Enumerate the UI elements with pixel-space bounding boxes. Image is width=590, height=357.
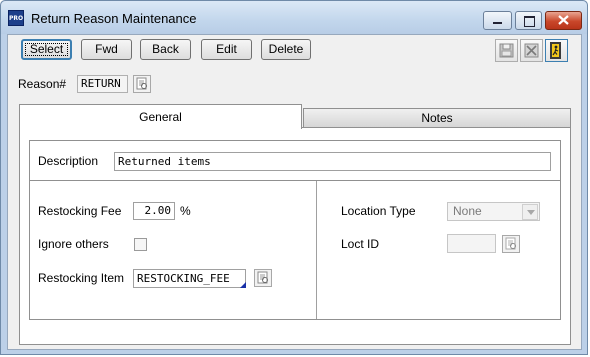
save-button[interactable] (495, 39, 518, 62)
maximize-button[interactable] (515, 11, 542, 30)
chevron-down-icon (522, 204, 538, 220)
ignore-others-label: Ignore others (38, 237, 109, 251)
general-tab-panel: Description Returned items Restocking Fe… (19, 127, 571, 345)
close-icon (558, 15, 569, 25)
save-icon (499, 43, 514, 58)
cancel-button[interactable] (520, 39, 543, 62)
fwd-button-label: Fwd (95, 42, 118, 56)
edit-button[interactable]: Edit (201, 39, 252, 60)
location-type-value: None (453, 204, 482, 218)
lookup-icon (257, 271, 268, 284)
select-button-label: Select (29, 42, 64, 56)
edit-button-label: Edit (216, 42, 237, 56)
main-window: PRO Return Reason Maintenance Select Fwd… (0, 0, 588, 355)
restocking-item-lookup-button[interactable] (254, 269, 272, 287)
restocking-item-corner-marker (240, 282, 246, 288)
minimize-button[interactable] (483, 11, 512, 30)
tab-general-label: General (139, 110, 182, 124)
content-area: Select Fwd Back Edit Delete Reason# RETU… (7, 34, 582, 350)
location-type-select[interactable]: None (447, 202, 540, 221)
reason-label: Reason# (18, 77, 67, 91)
details-group: Restocking Fee 2.00 % Ignore others Rest… (29, 180, 561, 320)
tab-notes[interactable]: Notes (303, 108, 571, 128)
minimize-icon (493, 22, 502, 24)
lookup-icon (136, 77, 147, 90)
close-button[interactable] (545, 11, 582, 30)
description-field[interactable]: Returned items (114, 152, 551, 171)
restocking-fee-label: Restocking Fee (38, 204, 122, 218)
fwd-button[interactable]: Fwd (81, 39, 132, 60)
cancel-icon (524, 43, 539, 58)
exit-button[interactable] (545, 39, 568, 62)
loct-id-field[interactable] (447, 234, 496, 253)
loct-id-label: Loct ID (341, 237, 380, 251)
restocking-item-label: Restocking Item (38, 271, 125, 285)
ignore-others-checkbox[interactable] (134, 238, 147, 251)
restocking-item-field[interactable]: RESTOCKING_FEE (133, 269, 246, 288)
tab-notes-label: Notes (421, 111, 453, 125)
restocking-fee-unit: % (180, 204, 191, 218)
window-title: Return Reason Maintenance (31, 11, 197, 26)
reason-lookup-button[interactable] (133, 75, 151, 93)
description-group: Description Returned items (29, 140, 561, 181)
exit-door-icon (550, 42, 561, 59)
loct-id-lookup-button[interactable] (502, 235, 520, 253)
app-logo-icon: PRO (8, 10, 24, 26)
title-bar[interactable]: PRO Return Reason Maintenance (1, 1, 587, 34)
location-type-label: Location Type (341, 204, 416, 218)
delete-button[interactable]: Delete (261, 39, 311, 60)
back-button[interactable]: Back (140, 39, 191, 60)
back-button-label: Back (152, 42, 179, 56)
maximize-icon (524, 16, 535, 27)
reason-field[interactable]: RETURN (77, 75, 128, 93)
details-divider (316, 181, 317, 319)
select-button[interactable]: Select (21, 39, 72, 60)
tab-general[interactable]: General (19, 104, 302, 129)
restocking-fee-field[interactable]: 2.00 (133, 202, 175, 220)
lookup-icon (505, 237, 516, 250)
delete-button-label: Delete (268, 42, 304, 56)
description-label: Description (38, 154, 99, 168)
